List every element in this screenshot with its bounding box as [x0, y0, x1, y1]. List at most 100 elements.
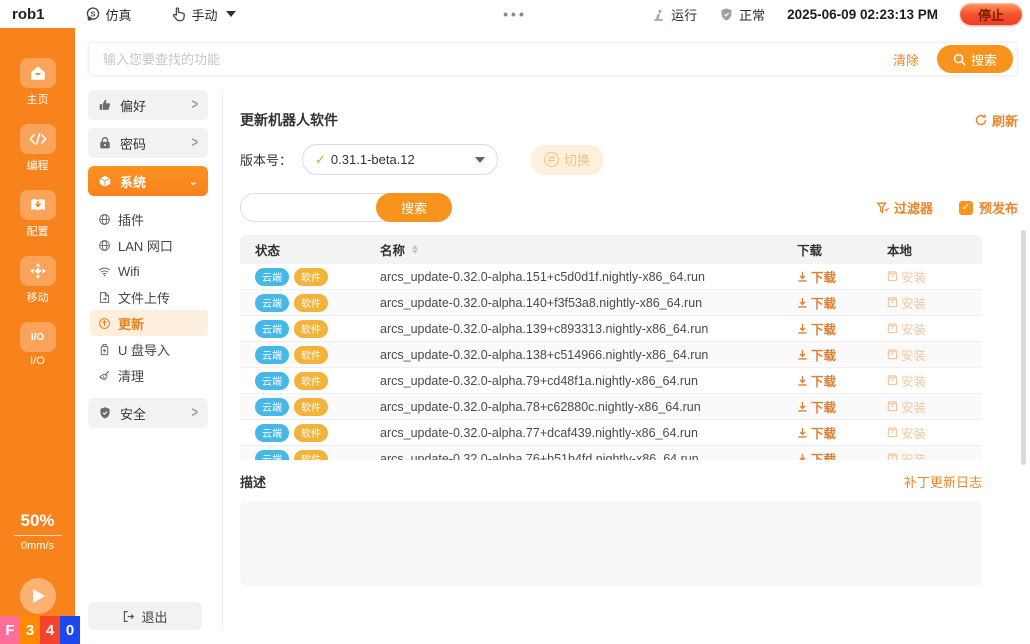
download-link[interactable]: 下载: [797, 449, 836, 460]
sidebar-item-config[interactable]: 配置: [20, 190, 56, 239]
package-search-button[interactable]: 搜索: [376, 193, 452, 222]
table-row: 云端 软件 arcs_update-0.32.0-alpha.140+f3f53…: [240, 290, 982, 316]
install-link[interactable]: 安装: [887, 267, 926, 286]
chevron-right-icon: >: [192, 405, 198, 421]
settings-menu: 偏好 > 密码 > 系统 ⌄ 插件: [88, 90, 208, 644]
cloud-badge: 云端: [255, 372, 289, 390]
divider: [14, 535, 62, 536]
logout-button[interactable]: 退出: [88, 602, 202, 630]
menu-group-preferences[interactable]: 偏好 >: [88, 90, 208, 120]
version-label: 版本号：: [240, 150, 292, 169]
menu-item-plugins[interactable]: 插件: [90, 206, 208, 232]
download-link[interactable]: 下载: [797, 293, 836, 312]
move-icon: [20, 256, 56, 286]
top-bar: rob1 S 仿真 手动 ••• 运行 正常 2025-06-09 02:23:…: [0, 0, 1030, 28]
stop-button[interactable]: 停止: [960, 3, 1022, 25]
download-link[interactable]: 下载: [797, 267, 836, 286]
cloud-badge: 云端: [255, 450, 289, 461]
menu-item-usb-import[interactable]: U 盘导入: [90, 336, 208, 362]
download-link[interactable]: 下载: [797, 371, 836, 390]
chevron-down-icon: [226, 11, 236, 17]
table-row: 云端 软件 arcs_update-0.32.0-alpha.77+dcaf43…: [240, 420, 982, 446]
table-row: 云端 软件 arcs_update-0.32.0-alpha.79+cd48f1…: [240, 368, 982, 394]
software-badge: 软件: [294, 450, 328, 461]
menu-group-security[interactable]: 安全 >: [88, 398, 208, 428]
version-dropdown[interactable]: ✓ 0.31.1-beta.12: [302, 144, 498, 175]
refresh-button[interactable]: 刷新: [974, 111, 1018, 130]
speed-rate: 0mm/s: [0, 540, 75, 552]
package-filename: arcs_update-0.32.0-alpha.77+dcaf439.nigh…: [380, 426, 698, 440]
description-label: 描述: [240, 472, 266, 491]
menu-group-system[interactable]: 系统 ⌄: [88, 166, 208, 196]
sidebar-item-programming[interactable]: 编程: [20, 124, 56, 173]
globe-icon: [98, 239, 111, 252]
prerelease-toggle[interactable]: ✓ 预发布: [959, 198, 1018, 217]
install-link[interactable]: 安装: [887, 423, 926, 442]
side-rail: 主页 编程 配置 移动 I/O I/O 50% 0mm/s: [0, 28, 75, 644]
global-search-input[interactable]: [103, 52, 883, 67]
control-mode-dropdown[interactable]: 手动: [170, 5, 236, 24]
flag-0[interactable]: 0: [60, 616, 80, 644]
menu-group-password[interactable]: 密码 >: [88, 128, 208, 158]
io-icon: I/O: [20, 322, 56, 352]
software-badge: 软件: [294, 346, 328, 364]
play-button[interactable]: [20, 578, 56, 614]
header-status: 状态: [240, 240, 380, 259]
download-link[interactable]: 下载: [797, 345, 836, 364]
table-body: 云端 软件 arcs_update-0.32.0-alpha.151+c5d0d…: [240, 264, 982, 460]
sidebar-item-io[interactable]: I/O I/O: [20, 322, 56, 367]
flag-f[interactable]: F: [0, 616, 20, 644]
download-link[interactable]: 下载: [797, 397, 836, 416]
update-content: 更新机器人软件 刷新 版本号： ✓ 0.31.1-beta.12 ⇄ 切换: [240, 98, 1018, 586]
table-row: 云端 软件 arcs_update-0.32.0-alpha.151+c5d0d…: [240, 264, 982, 290]
clear-button[interactable]: 清除: [893, 50, 919, 69]
flag-4[interactable]: 4: [40, 616, 60, 644]
cube-icon: [98, 174, 112, 188]
sort-icon[interactable]: [412, 245, 418, 254]
shield-check-icon: [719, 7, 734, 22]
shield-icon: [98, 406, 112, 420]
install-link[interactable]: 安装: [887, 397, 926, 416]
patch-log-link[interactable]: 补丁更新日志: [904, 472, 982, 491]
main-panel: 清除 搜索 偏好 > 密码 > 系统: [75, 28, 1030, 644]
speed-indicator[interactable]: 50% 0mm/s: [0, 511, 75, 552]
scrollbar[interactable]: [1021, 230, 1026, 465]
cloud-badge: 云端: [255, 320, 289, 338]
menu-item-lan[interactable]: LAN 网口: [90, 232, 208, 258]
sidebar-item-home[interactable]: 主页: [20, 58, 56, 107]
package-filename: arcs_update-0.32.0-alpha.139+c893313.nig…: [380, 322, 708, 336]
install-link[interactable]: 安装: [887, 449, 926, 460]
table-row: 云端 软件 arcs_update-0.32.0-alpha.78+c62880…: [240, 394, 982, 420]
switch-version-button[interactable]: ⇄ 切换: [530, 145, 604, 175]
simulation-mode-indicator[interactable]: S 仿真: [85, 5, 132, 24]
thumb-up-icon: [98, 98, 112, 112]
menu-item-update[interactable]: 更新: [90, 310, 208, 336]
install-link[interactable]: 安装: [887, 293, 926, 312]
software-badge: 软件: [294, 320, 328, 338]
install-link[interactable]: 安装: [887, 319, 926, 338]
cloud-badge: 云端: [255, 398, 289, 416]
sidebar-item-move[interactable]: 移动: [20, 256, 56, 305]
global-search-bar: 清除 搜索: [88, 42, 1018, 76]
globe-icon: [98, 213, 111, 226]
menu-item-wifi[interactable]: Wifi: [90, 258, 208, 284]
cloud-badge: 云端: [255, 424, 289, 442]
table-row: 云端 软件 arcs_update-0.32.0-alpha.138+c5149…: [240, 342, 982, 368]
chevron-right-icon: >: [192, 97, 198, 113]
download-link[interactable]: 下载: [797, 319, 836, 338]
menu-item-file-upload[interactable]: 文件上传: [90, 284, 208, 310]
install-link[interactable]: 安装: [887, 345, 926, 364]
overflow-menu[interactable]: •••: [503, 6, 527, 22]
robot-name: rob1: [12, 6, 45, 23]
hand-icon: [170, 6, 187, 23]
divider: [222, 90, 223, 630]
global-search-button[interactable]: 搜索: [937, 45, 1013, 73]
filter-button[interactable]: 过滤器: [876, 198, 933, 217]
package-table: 状态 名称 下载 本地 云端 软件 arcs_update-0.32.0-alp…: [240, 235, 982, 460]
menu-item-cleanup[interactable]: 清理: [90, 362, 208, 388]
package-search: 搜索: [240, 193, 452, 222]
flag-3[interactable]: 3: [20, 616, 40, 644]
clock: 2025-06-09 02:23:13 PM: [787, 7, 938, 22]
install-link[interactable]: 安装: [887, 371, 926, 390]
download-link[interactable]: 下载: [797, 423, 836, 442]
